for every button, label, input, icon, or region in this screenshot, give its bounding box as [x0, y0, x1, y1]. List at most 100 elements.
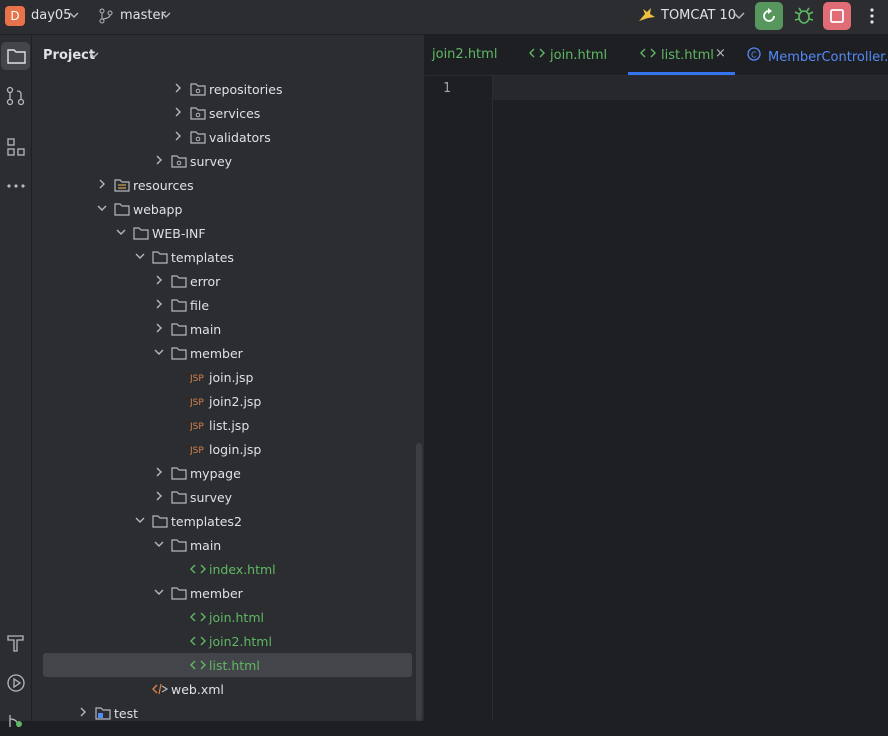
tree-row[interactable]: JSP list.jsp: [32, 413, 424, 437]
tree-row[interactable]: survey: [32, 485, 424, 509]
notification-tool-button[interactable]: [0, 708, 31, 736]
chevron-down-icon[interactable]: [97, 203, 107, 213]
folder-icon: [133, 227, 149, 240]
chevron-right-icon[interactable]: [154, 491, 164, 501]
tree-row[interactable]: list.html: [43, 653, 412, 677]
chevron-right-icon[interactable]: [78, 707, 88, 717]
editor-tab-label: MemberController.java: [768, 50, 888, 65]
project-pane-title[interactable]: Project: [43, 48, 95, 63]
chevron-down-icon[interactable]: [69, 10, 79, 20]
tree-row[interactable]: error: [32, 269, 424, 293]
folder-icon: [171, 491, 187, 504]
tree-row[interactable]: templates2: [32, 509, 424, 533]
editor-area[interactable]: [493, 76, 888, 721]
services-icon: [7, 674, 25, 692]
project-tool-button[interactable]: [1, 42, 30, 70]
more-icon: [7, 184, 25, 188]
chevron-down-icon[interactable]: [116, 227, 126, 237]
more-vertical-icon[interactable]: [869, 7, 875, 25]
branch-name[interactable]: master: [120, 8, 166, 23]
build-tool-button[interactable]: [0, 628, 31, 656]
tree-row[interactable]: templates: [32, 245, 424, 269]
html-file-icon: [529, 48, 545, 58]
chevron-down-icon[interactable]: [135, 251, 145, 261]
tree-item-label: web.xml: [171, 682, 224, 697]
run-configuration[interactable]: TOMCAT 10: [661, 8, 736, 23]
tree-row[interactable]: WEB-INF: [32, 221, 424, 245]
tree-row[interactable]: main: [32, 533, 424, 557]
chevron-right-icon[interactable]: [154, 299, 164, 309]
folder-icon: [152, 251, 168, 264]
project-name[interactable]: day05: [31, 8, 71, 23]
chevron-down-icon[interactable]: [733, 10, 745, 20]
chevron-down-icon[interactable]: [154, 539, 164, 549]
tree-row[interactable]: JSP join.jsp: [32, 365, 424, 389]
tree-item-label: main: [190, 322, 222, 337]
rerun-button[interactable]: [755, 2, 783, 30]
tree-row[interactable]: join2.html: [32, 629, 424, 653]
tree-row[interactable]: member: [32, 341, 424, 365]
tree-row[interactable]: test: [32, 701, 424, 725]
package-folder-icon: [190, 107, 206, 120]
tree-item-label: list.html: [209, 658, 260, 673]
tree-row[interactable]: member: [32, 581, 424, 605]
chevron-right-icon[interactable]: [154, 155, 164, 165]
tree-item-label: resources: [133, 178, 194, 193]
more-tools-button[interactable]: [0, 172, 31, 200]
tree-row[interactable]: file: [32, 293, 424, 317]
commit-tool-button[interactable]: [0, 81, 31, 109]
editor-tab[interactable]: join2.html: [432, 47, 497, 62]
svg-text:JSP: JSP: [190, 422, 204, 432]
chevron-right-icon[interactable]: [154, 323, 164, 333]
tab-close-button[interactable]: ×: [715, 46, 726, 61]
tree-row[interactable]: resources: [32, 173, 424, 197]
chevron-down-icon[interactable]: [154, 347, 164, 357]
chevron-down-icon[interactable]: [154, 587, 164, 597]
tree-row[interactable]: validators: [32, 125, 424, 149]
editor-tab-label: list.html: [661, 48, 714, 63]
tree-row[interactable]: web.xml: [32, 677, 424, 701]
debug-icon[interactable]: [794, 6, 814, 26]
tree-scrollbar[interactable]: [416, 443, 422, 721]
tree-item-label: member: [190, 346, 243, 361]
html-file-icon: [190, 636, 206, 646]
tree-row[interactable]: JSP join2.jsp: [32, 389, 424, 413]
tree-item-label: join2.html: [209, 634, 272, 649]
tree-row[interactable]: survey: [32, 149, 424, 173]
tree-item-label: templates: [171, 250, 234, 265]
editor-tab[interactable]: join.html: [529, 47, 607, 63]
tree-row[interactable]: services: [32, 101, 424, 125]
tree-row[interactable]: join.html: [32, 605, 424, 629]
tree-row[interactable]: repositories: [32, 77, 424, 101]
chevron-right-icon[interactable]: [173, 83, 183, 93]
tree-item-label: join.jsp: [209, 370, 254, 385]
chevron-right-icon[interactable]: [173, 107, 183, 117]
chevron-down-icon[interactable]: [89, 50, 99, 60]
chevron-down-icon[interactable]: [135, 515, 145, 525]
tree-row[interactable]: JSP login.jsp: [32, 437, 424, 461]
folder-icon: [171, 275, 187, 288]
chevron-right-icon[interactable]: [154, 467, 164, 477]
svg-text:JSP: JSP: [190, 374, 204, 384]
tree-row[interactable]: index.html: [32, 557, 424, 581]
tree-row[interactable]: main: [32, 317, 424, 341]
stop-button[interactable]: [823, 2, 851, 30]
folder-icon: [171, 539, 187, 552]
chevron-right-icon[interactable]: [97, 179, 107, 189]
git-branch-icon: [99, 8, 113, 24]
package-folder-icon: [190, 131, 206, 144]
folder-icon: [171, 299, 187, 312]
editor-tab[interactable]: list.html: [640, 47, 714, 63]
editor-tab[interactable]: C MemberController.java: [747, 47, 888, 65]
chevron-down-icon[interactable]: [161, 10, 171, 20]
services-tool-button[interactable]: [0, 668, 31, 696]
chevron-right-icon[interactable]: [173, 131, 183, 141]
chevron-right-icon[interactable]: [154, 275, 164, 285]
tree-row[interactable]: mypage: [32, 461, 424, 485]
tree-row[interactable]: webapp: [32, 197, 424, 221]
tree-item-label: templates2: [171, 514, 242, 529]
project-badge[interactable]: D: [5, 6, 25, 26]
tree-item-label: survey: [190, 154, 233, 169]
title-bar: D day05 master TOMCAT 10: [0, 0, 888, 35]
structure-tool-button[interactable]: [0, 132, 31, 160]
